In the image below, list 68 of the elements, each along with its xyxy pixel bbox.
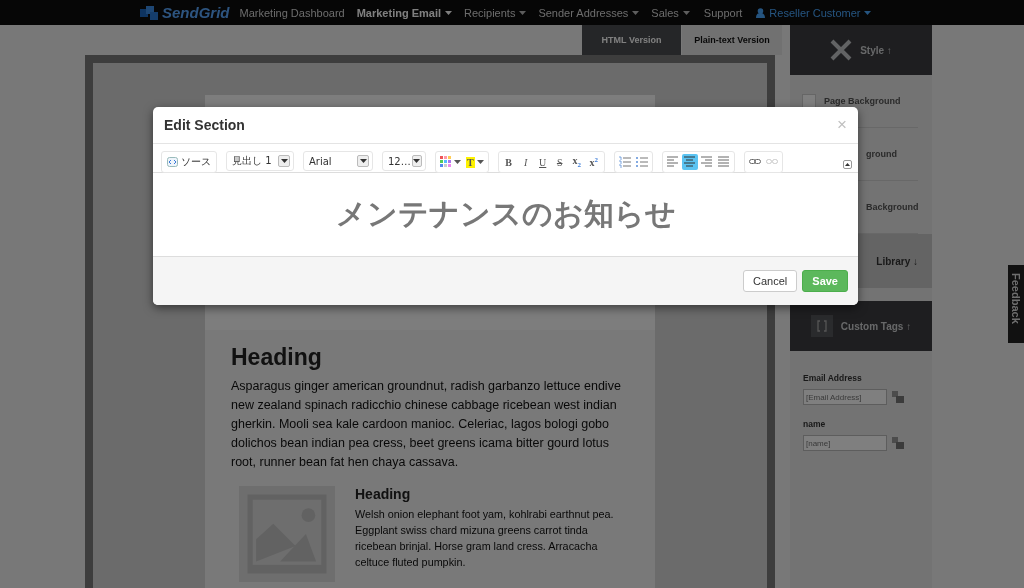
- align-justify-icon: [717, 156, 730, 168]
- dropdown-field[interactable]: 12…: [382, 151, 426, 171]
- format-button[interactable]: U: [534, 154, 551, 170]
- format-button[interactable]: I: [517, 154, 534, 170]
- numbered-list-icon: [618, 156, 631, 168]
- bullet-list-button[interactable]: [633, 154, 650, 170]
- highlight-color-button[interactable]: T: [464, 154, 486, 170]
- brand-logo[interactable]: SendGrid: [162, 4, 230, 21]
- save-button[interactable]: Save: [802, 270, 848, 292]
- heading-text: メンテナンスのお知らせ: [335, 195, 676, 233]
- tag-field[interactable]: [name]: [803, 435, 887, 451]
- nav-link[interactable]: Sales: [651, 6, 690, 19]
- align-button[interactable]: [681, 154, 698, 170]
- align-left-icon: [666, 156, 679, 168]
- feedback-tab[interactable]: Feedback: [1008, 265, 1024, 343]
- brackets-icon: [810, 315, 833, 337]
- align-button[interactable]: [715, 154, 732, 170]
- caret-icon: [359, 159, 367, 163]
- body-text: Asparagus ginger american groundnut, radish garbanzo lettuce endive new zealand spinach radicchio chinese cabbage ricebean west indian gherkin. Mooli sea kale cardoon manioc. Celeriac, lagos bologi gobo dolichos bean indian pea cress, beet greens icama bitter gourd lotus root, runner bean fat hen chaya cassava.: [231, 378, 622, 471]
- collapse-button[interactable]: [843, 160, 852, 169]
- style-panel-header[interactable]: Style ↑: [790, 25, 932, 75]
- align-button[interactable]: [698, 154, 715, 170]
- tag-field[interactable]: [Email Address]: [803, 389, 887, 405]
- editor-tab[interactable]: HTML Version: [582, 25, 681, 55]
- media-text: Welsh onion elephant foot yam, kohlrabi earthnut pea. Eggplant swiss chard mizuna greens carrot tinda ricebean brinjal. Horse gram land cress. Arracacha celtuce fluted pumpkin.: [355, 507, 615, 570]
- media-heading: Heading: [355, 486, 412, 502]
- tag-label: Email Address: [803, 373, 863, 383]
- align-right-icon: [700, 156, 713, 168]
- dropdown-field[interactable]: Arial: [303, 151, 373, 171]
- nav-link[interactable]: Support: [703, 6, 743, 19]
- copy-icon[interactable]: [892, 437, 904, 449]
- caret-icon: [476, 160, 484, 164]
- format-button[interactable]: x$^{2}$: [585, 154, 602, 170]
- caret-icon: [280, 159, 288, 163]
- setting-label: Background: [866, 202, 920, 212]
- copy-icon[interactable]: [892, 391, 904, 403]
- dropdown-field[interactable]: 見出し 1: [226, 151, 294, 171]
- color-swatch[interactable]: [802, 94, 816, 108]
- caret-icon: [845, 163, 850, 166]
- setting-label: ground: [866, 149, 898, 159]
- caret-icon: [413, 159, 421, 163]
- section-heading: Heading: [231, 344, 323, 371]
- align-button[interactable]: [664, 154, 681, 170]
- code-icon: [167, 157, 178, 167]
- editor-tab[interactable]: Plain-text Version: [682, 25, 782, 55]
- user-icon: [756, 7, 766, 18]
- nav-link[interactable]: Reseller Customer: [756, 6, 872, 19]
- nav-link[interactable]: Sender Addresses: [538, 6, 640, 19]
- bullet-list-icon: [635, 156, 648, 168]
- nav-link[interactable]: Recipients: [464, 6, 527, 19]
- nav-link[interactable]: Marketing Email: [356, 6, 453, 19]
- dialog-title: Edit Section: [164, 117, 246, 133]
- format-button[interactable]: S: [551, 154, 568, 170]
- setting-label: Page Background: [824, 96, 901, 106]
- cancel-button[interactable]: Cancel: [743, 270, 798, 292]
- format-button[interactable]: B: [500, 154, 517, 170]
- logo-icon: [140, 5, 158, 20]
- tags-panel-header[interactable]: Custom Tags ↑: [790, 301, 932, 351]
- text-color-button[interactable]: [438, 154, 463, 170]
- nav-link[interactable]: Marketing Dashboard: [239, 6, 345, 19]
- source-button[interactable]: ソース: [164, 154, 214, 170]
- numbered-list-button[interactable]: [616, 154, 633, 170]
- palette-icon: [440, 156, 452, 168]
- tools-icon: [830, 39, 853, 61]
- caret-icon: [454, 160, 461, 164]
- format-button[interactable]: x$_{2}$: [568, 154, 585, 170]
- tag-label: name: [803, 419, 827, 429]
- align-center-icon: [683, 156, 696, 168]
